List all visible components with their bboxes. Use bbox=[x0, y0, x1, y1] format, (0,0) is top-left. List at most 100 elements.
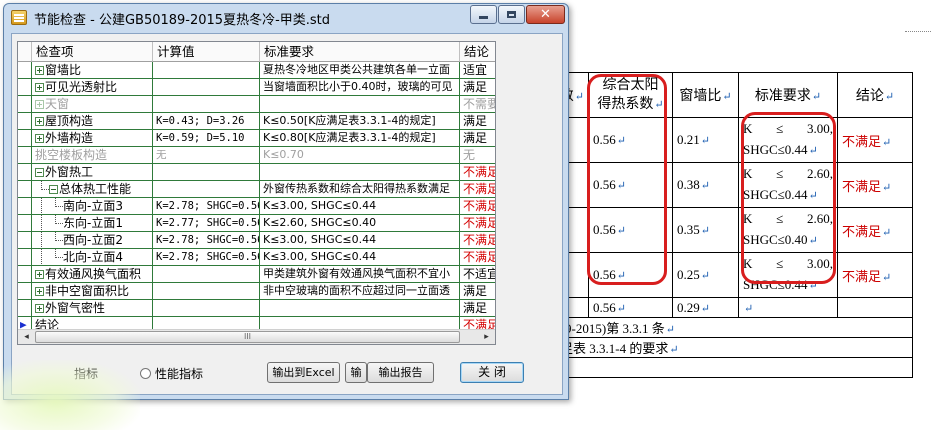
column-header-calc[interactable]: 计算值 bbox=[153, 42, 260, 62]
grid-row[interactable]: 屋顶构造 K=0.43; D=3.26 K≤0.50[K应满足表3.3.1-4的规定… bbox=[18, 113, 495, 130]
expand-icon[interactable] bbox=[35, 66, 44, 75]
grid-row[interactable]: 外窗气密性 满足 bbox=[18, 300, 495, 317]
expand-icon[interactable] bbox=[35, 134, 44, 143]
close-icon: ✕ bbox=[540, 7, 551, 22]
grid-cell-result: 不满足 bbox=[460, 232, 495, 249]
grid-cell-result: 无 bbox=[460, 147, 495, 164]
grid-row[interactable]: 东向-立面1 K=2.77; SHGC=0.56 K≤2.60, SHGC≤0.40… bbox=[18, 215, 495, 232]
expand-icon[interactable] bbox=[35, 304, 44, 313]
grid-row[interactable]: 有效通风换气面积 甲类建筑外窗有效通风换气面积不宜小 不适宜 bbox=[18, 266, 495, 283]
grid-cell-item: 窗墙比 bbox=[32, 62, 153, 79]
doc-shgc-value: 0.56↵ bbox=[588, 297, 673, 318]
grid-row[interactable]: 天窗 不需要 bbox=[18, 96, 495, 113]
grid-cell-item: 东向-立面1 bbox=[32, 215, 153, 232]
grid-header: 检查项 计算值 标准要求 结论 bbox=[18, 42, 495, 62]
document-table-row: 0.56↵ 0.21↵ K ≤3.00, SHGC≤0.44↵ 不满足↵ bbox=[520, 117, 913, 163]
grid-cell-item: 南向-立面3 bbox=[32, 198, 153, 215]
minimize-icon bbox=[479, 16, 488, 19]
window-title: 节能检查 - 公建GB50189-2015夏热冬冷-甲类.std bbox=[34, 13, 331, 28]
grid-cell-calc bbox=[153, 283, 260, 300]
collapse-icon[interactable] bbox=[49, 185, 58, 194]
grid-row[interactable]: 西向-立面2 K=2.78; SHGC=0.56 K≤3.00, SHGC≤0.44… bbox=[18, 232, 495, 249]
doc-result-value: 不满足↵ bbox=[837, 162, 913, 208]
column-header-std[interactable]: 标准要求 bbox=[260, 42, 460, 62]
grid-cell-result: 满足 bbox=[460, 79, 495, 96]
expand-icon[interactable] bbox=[35, 287, 44, 296]
grid-cell-std: 当窗墙面积比小于0.40时，玻璃的可见 bbox=[260, 79, 460, 96]
scroll-right-icon[interactable]: ▸ bbox=[479, 330, 494, 344]
grid-cell-calc: K=2.77; SHGC=0.56 bbox=[153, 215, 260, 232]
minimize-button[interactable] bbox=[470, 5, 497, 24]
grid-row[interactable]: 南向-立面3 K=2.78; SHGC=0.56 K≤3.00, SHGC≤0.44… bbox=[18, 198, 495, 215]
grid-row[interactable]: 外窗热工 不满足 bbox=[18, 164, 495, 181]
grid-row[interactable]: 窗墙比 夏热冬冷地区甲类公共建筑各单一立面 适宜 bbox=[18, 62, 495, 79]
column-header-result[interactable]: 结论 bbox=[460, 42, 495, 62]
document-table-header: 数↵ 综合太阳得热系数↵ 窗墙比↵ 标准要求↵ 结论↵ bbox=[520, 72, 913, 118]
dialog-client-area: 检查项 计算值 标准要求 结论 窗墙比 夏热冬冷地区甲类公共建筑各单一立面 适宜 可见… bbox=[11, 33, 563, 395]
tree-line bbox=[49, 249, 63, 265]
grid-cell-calc bbox=[153, 79, 260, 96]
doc-std-value: K ≤2.60, SHGC≤0.40↵ bbox=[738, 207, 838, 253]
export-excel-button[interactable]: 输出到Excel bbox=[267, 362, 340, 383]
expand-icon[interactable] bbox=[35, 100, 44, 109]
column-header-item[interactable]: 检查项 bbox=[32, 42, 153, 62]
expand-icon[interactable] bbox=[35, 270, 44, 279]
document-table: 数↵ 综合太阳得热系数↵ 窗墙比↵ 标准要求↵ 结论↵ 0.56↵ 0.21↵ … bbox=[520, 72, 913, 378]
expand-icon[interactable] bbox=[35, 117, 44, 126]
grid-cell-item: 非中空窗面积比 bbox=[32, 283, 153, 300]
doc-col-ratio: 窗墙比↵ bbox=[672, 72, 739, 118]
grid-cell-item: 可见光透射比 bbox=[32, 79, 153, 96]
grid-cell-result: 不满足 bbox=[460, 164, 495, 181]
grid-item-label: 非中空窗面积比 bbox=[45, 284, 130, 298]
grid-cell-calc: K=2.78; SHGC=0.56 bbox=[153, 249, 260, 266]
grid-item-label: 有效通风换气面积 bbox=[45, 267, 142, 281]
grid-row[interactable]: 总体热工性能 外窗传热系数和综合太阳得热系数满足 不满足 bbox=[18, 181, 495, 198]
scrollbar-thumb[interactable]: III bbox=[35, 331, 460, 343]
grid-cell-calc: K=0.59; D=5.10 bbox=[153, 130, 260, 147]
grid-cell-calc: K=0.43; D=3.26 bbox=[153, 113, 260, 130]
grid-cell-calc: 无 bbox=[153, 147, 260, 164]
grid-row[interactable]: 非中空窗面积比 非中空玻璃的面积不应超过同一立面透 满足 bbox=[18, 283, 495, 300]
document-table-row: 0.56↵ 0.35↵ K ≤2.60, SHGC≤0.40↵ 不满足↵ bbox=[520, 207, 913, 253]
grid-cell-std: 外窗传热系数和综合太阳得热系数满足 bbox=[260, 181, 460, 198]
grid-item-label: 总体热工性能 bbox=[59, 182, 132, 196]
grid-cell-std: K≤0.80[K应满足表3.3.1-4的规定] bbox=[260, 130, 460, 147]
grid-cell-result: 不需要 bbox=[460, 96, 495, 113]
scroll-left-icon[interactable]: ◂ bbox=[19, 330, 34, 344]
grid-item-label: 北向-立面4 bbox=[63, 250, 123, 264]
dialog-footer: 指标 性能指标 输出到Excel 输 输出报告 关 闭 bbox=[12, 360, 562, 386]
grid-cell-item: 外窗气密性 bbox=[32, 300, 153, 317]
grid-row[interactable]: 可见光透射比 当窗墙面积比小于0.40时，玻璃的可见 满足 bbox=[18, 79, 495, 96]
doc-result-value: 不满足↵ bbox=[837, 117, 913, 163]
radio-performance-indicator[interactable]: 性能指标 bbox=[140, 365, 203, 382]
tree-line bbox=[49, 215, 63, 231]
export-report-button[interactable]: 输出报告 bbox=[367, 362, 434, 383]
window-close-button[interactable]: ✕ bbox=[526, 5, 565, 24]
grid-cell-item: 屋顶构造 bbox=[32, 113, 153, 130]
grid-row[interactable]: 北向-立面4 K=2.78; SHGC=0.56 K≤3.00, SHGC≤0.44… bbox=[18, 249, 495, 266]
title-bar[interactable]: 节能检查 - 公建GB50189-2015夏热冬冷-甲类.std ✕ bbox=[4, 4, 568, 31]
grid-row[interactable]: 挑空楼板构造 无 K≤0.70 无 bbox=[18, 147, 495, 164]
close-button[interactable]: 关 闭 bbox=[460, 362, 524, 383]
horizontal-scrollbar[interactable]: ◂ III ▸ bbox=[18, 329, 495, 344]
grid-cell-std: K≤3.00, SHGC≤0.44 bbox=[260, 249, 460, 266]
doc-note-1: GB50189-2015)第 3.3.1 条↵ bbox=[520, 317, 913, 338]
grid-cell-calc: K=2.78; SHGC=0.56 bbox=[153, 198, 260, 215]
collapse-icon[interactable] bbox=[35, 168, 44, 177]
grid-cell-result: 适宜 bbox=[460, 62, 495, 79]
maximize-button[interactable] bbox=[498, 5, 525, 24]
grid-item-label: 西向-立面2 bbox=[63, 233, 123, 247]
grid-item-label: 天窗 bbox=[45, 97, 70, 111]
grid-row[interactable]: 外墙构造 K=0.59; D=5.10 K≤0.80[K应满足表3.3.1-4的规定… bbox=[18, 130, 495, 147]
document-table-row: 0.56↵ 0.25↵ K ≤3.00, SHGC≤0.44↵ 不满足↵ bbox=[520, 252, 913, 298]
grid-cell-std bbox=[260, 164, 460, 181]
expand-icon[interactable] bbox=[35, 83, 44, 92]
check-results-grid[interactable]: 检查项 计算值 标准要求 结论 窗墙比 夏热冬冷地区甲类公共建筑各单一立面 适宜 可见… bbox=[17, 41, 496, 345]
export-partial-button[interactable]: 输 bbox=[345, 362, 367, 383]
grid-cell-item: 总体热工性能 bbox=[32, 181, 153, 198]
radio-indicator[interactable]: 指标 bbox=[74, 365, 98, 382]
doc-ratio-value: 0.21↵ bbox=[672, 117, 739, 163]
grid-cell-result: 满足 bbox=[460, 283, 495, 300]
doc-shgc-value: 0.56↵ bbox=[588, 252, 673, 298]
grid-cell-calc bbox=[153, 62, 260, 79]
